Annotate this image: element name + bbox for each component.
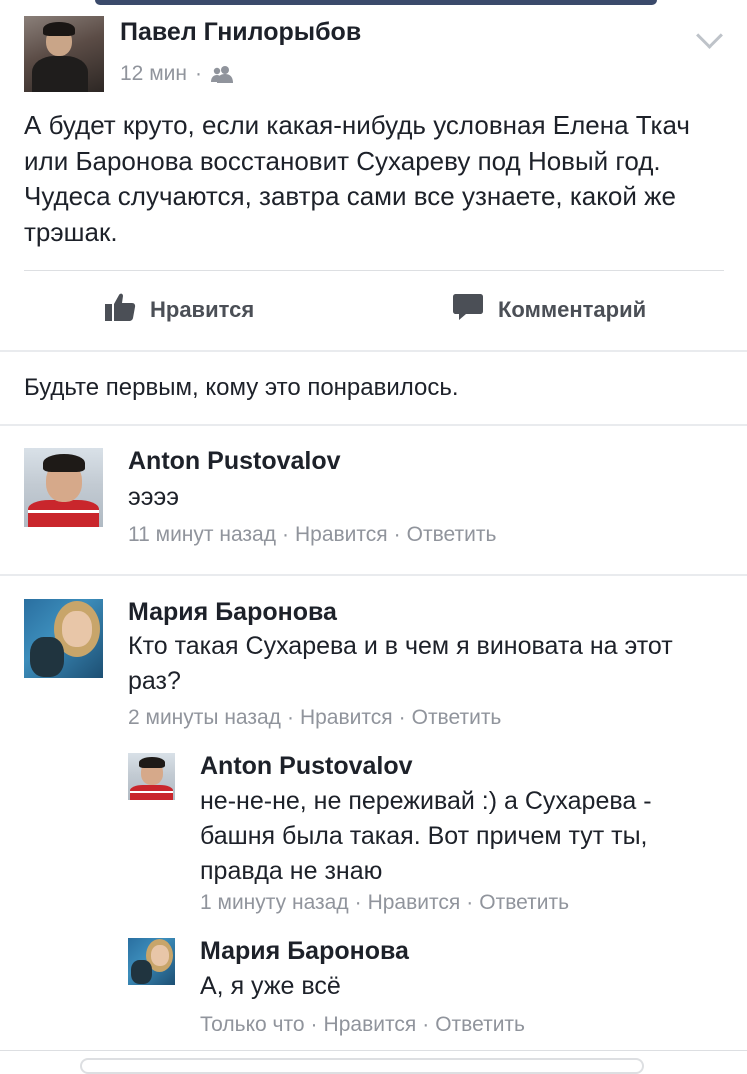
like-label: Нравится: [150, 297, 255, 322]
meta-separator: ·: [393, 523, 401, 546]
reply-avatar[interactable]: [128, 753, 175, 800]
comment-text: ээээ: [128, 483, 180, 511]
reply-time[interactable]: Только что: [200, 1013, 305, 1036]
meta-separator: ·: [398, 706, 406, 729]
comment-author[interactable]: Anton Pustovalov: [128, 447, 341, 476]
reply-meta: Только что · Нравится · Ответить: [200, 1013, 525, 1037]
comment-label: Комментарий: [498, 297, 647, 322]
post-text: А будет круто, если какая-нибудь условна…: [24, 110, 690, 247]
post-meta: 12 мин ·: [120, 62, 234, 86]
reply-avatar[interactable]: [128, 938, 175, 985]
meta-separator: ·: [281, 523, 289, 546]
meta-separator: ·: [354, 891, 362, 914]
reply-author[interactable]: Мария Баронова: [200, 937, 409, 966]
friends-icon: [210, 65, 234, 83]
comment-time[interactable]: 2 минуты назад: [128, 706, 281, 729]
comment-like-link[interactable]: Нравится: [295, 523, 388, 546]
meta-separator: ·: [466, 891, 474, 914]
meta-separator: ·: [310, 1013, 318, 1036]
comment-meta: 11 минут назад · Нравится · Ответить: [128, 523, 496, 547]
reply-text: не-не-не, не переживай :) а Сухарева - б…: [200, 787, 652, 885]
chevron-down-icon[interactable]: [696, 22, 723, 49]
comment-like-link[interactable]: Нравится: [300, 706, 393, 729]
likes-summary: Будьте первым, кому это понравилось.: [24, 374, 459, 401]
meta-separator: ·: [194, 62, 202, 85]
section-separator: [0, 424, 747, 426]
reply-reply-link[interactable]: Ответить: [479, 891, 569, 914]
post-time[interactable]: 12 мин: [120, 62, 187, 86]
reply-author[interactable]: Anton Pustovalov: [200, 752, 413, 781]
section-separator: [0, 350, 747, 352]
comment-reply-link[interactable]: Ответить: [407, 523, 497, 546]
comment-button[interactable]: Комментарий: [452, 286, 646, 334]
thumbs-up-icon: [104, 292, 136, 328]
reply-text: А, я уже всё: [200, 972, 341, 1000]
comment-bubble-icon: [452, 292, 484, 328]
comment-time[interactable]: 11 минут назад: [128, 523, 276, 546]
section-separator: [0, 574, 747, 576]
divider: [0, 1050, 747, 1051]
commenter-avatar[interactable]: [24, 599, 103, 678]
comment-text: Кто такая Сухарева и в чем я виновата на…: [128, 632, 673, 695]
meta-separator: ·: [286, 706, 294, 729]
meta-separator: ·: [422, 1013, 430, 1036]
post-author-avatar[interactable]: [24, 16, 104, 92]
reply-meta: 1 минуту назад · Нравится · Ответить: [200, 891, 569, 915]
comment-author[interactable]: Мария Баронова: [128, 598, 337, 627]
reply-time[interactable]: 1 минуту назад: [200, 891, 349, 914]
comment-reply-link[interactable]: Ответить: [412, 706, 502, 729]
reply-like-link[interactable]: Нравится: [324, 1013, 417, 1036]
top-bar: [95, 0, 657, 5]
comment-input-field[interactable]: [80, 1058, 644, 1074]
reply-like-link[interactable]: Нравится: [368, 891, 461, 914]
commenter-avatar[interactable]: [24, 448, 103, 527]
reply-reply-link[interactable]: Ответить: [435, 1013, 525, 1036]
like-button[interactable]: Нравится: [104, 286, 254, 334]
post-author-name[interactable]: Павел Гнилорыбов: [120, 18, 361, 47]
comment-meta: 2 минуты назад · Нравится · Ответить: [128, 706, 501, 730]
divider: [24, 270, 724, 271]
